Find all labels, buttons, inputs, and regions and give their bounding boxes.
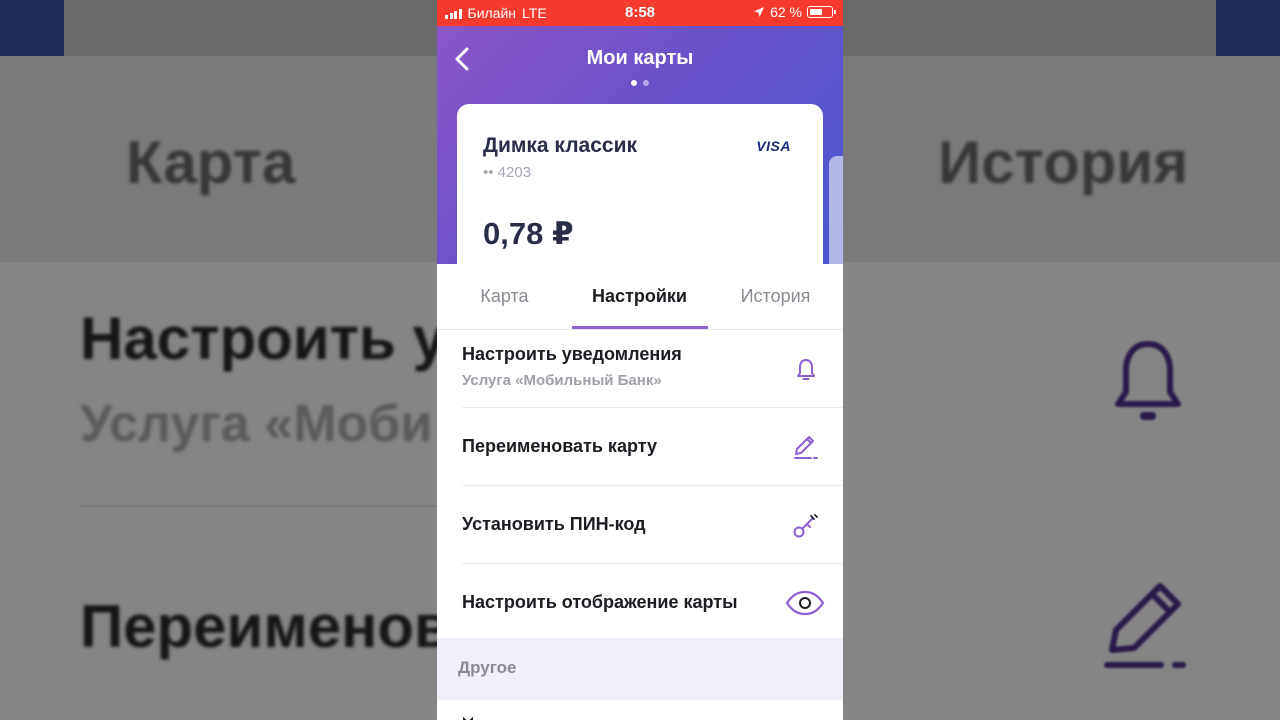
next-row-partial[interactable] [462, 712, 482, 720]
tab-bar: Карта Настройки История [437, 264, 843, 330]
card-name: Димка классик [483, 134, 637, 157]
bg-row-rename-text: Переименов [80, 593, 451, 660]
bg-bell-icon [1115, 341, 1181, 420]
tab-settings[interactable]: Настройки [572, 286, 707, 307]
card-number: •• 4203 [483, 164, 532, 181]
settings-list: Настроить уведомления Услуга «Мобильный … [437, 330, 843, 641]
eye-icon [785, 590, 825, 616]
bg-top-right-block [1216, 0, 1280, 56]
row-label: Настроить отображение карты [462, 592, 738, 612]
phone-screen: Билайн LTE 8:58 62 % Мои карты Димка кла… [437, 0, 843, 720]
bg-top-left-block [0, 0, 64, 56]
visa-logo: VISA [756, 138, 791, 154]
page-title: Мои карты [586, 47, 694, 69]
battery-info: 62 % [753, 4, 836, 20]
row-label: Установить ПИН-код [462, 514, 646, 534]
bg-tab-card-text: Карта [126, 129, 296, 196]
pager-dot [643, 80, 649, 86]
card-pager-dots [437, 80, 843, 86]
key-icon [793, 514, 818, 538]
bell-icon [797, 359, 815, 380]
pager-dot-active [631, 80, 637, 86]
section-header-other: Другое [437, 638, 843, 700]
tab-card[interactable]: Карта [437, 286, 572, 307]
active-tab-indicator [572, 326, 708, 329]
settings-row-rename[interactable]: Переименовать карту [462, 408, 843, 486]
card-balance: 0,78 ₽ [483, 216, 574, 251]
bg-divider [80, 505, 440, 507]
pencil-icon [794, 436, 818, 459]
cards-header: Мои карты Димка классик •• 4203 VISA 0,7… [437, 26, 843, 296]
row-label: Настроить уведомления [462, 344, 682, 364]
settings-row-notifications[interactable]: Настроить уведомления Услуга «Мобильный … [462, 330, 843, 408]
battery-icon [807, 6, 836, 18]
location-arrow-icon [754, 7, 765, 17]
bg-pencil-icon [1104, 583, 1186, 668]
battery-percent: 62 % [770, 4, 802, 20]
settings-row-display[interactable]: Настроить отображение карты [462, 564, 843, 641]
tab-history[interactable]: История [708, 286, 843, 307]
bank-card[interactable]: Димка классик •• 4203 VISA 0,78 ₽ [457, 104, 823, 284]
settings-row-pin[interactable]: Установить ПИН-код [462, 486, 843, 564]
bg-row-notifications-text: Настроить у [80, 305, 446, 372]
bg-tab-history-text: История [938, 129, 1189, 196]
row-sublabel: Услуга «Мобильный Банк» [462, 372, 662, 389]
row-label: Переименовать карту [462, 436, 657, 456]
status-bar: Билайн LTE 8:58 62 % [437, 0, 843, 26]
section-title: Другое [458, 658, 517, 677]
bg-row-notifications-sub: Услуга «Моби [80, 395, 433, 453]
